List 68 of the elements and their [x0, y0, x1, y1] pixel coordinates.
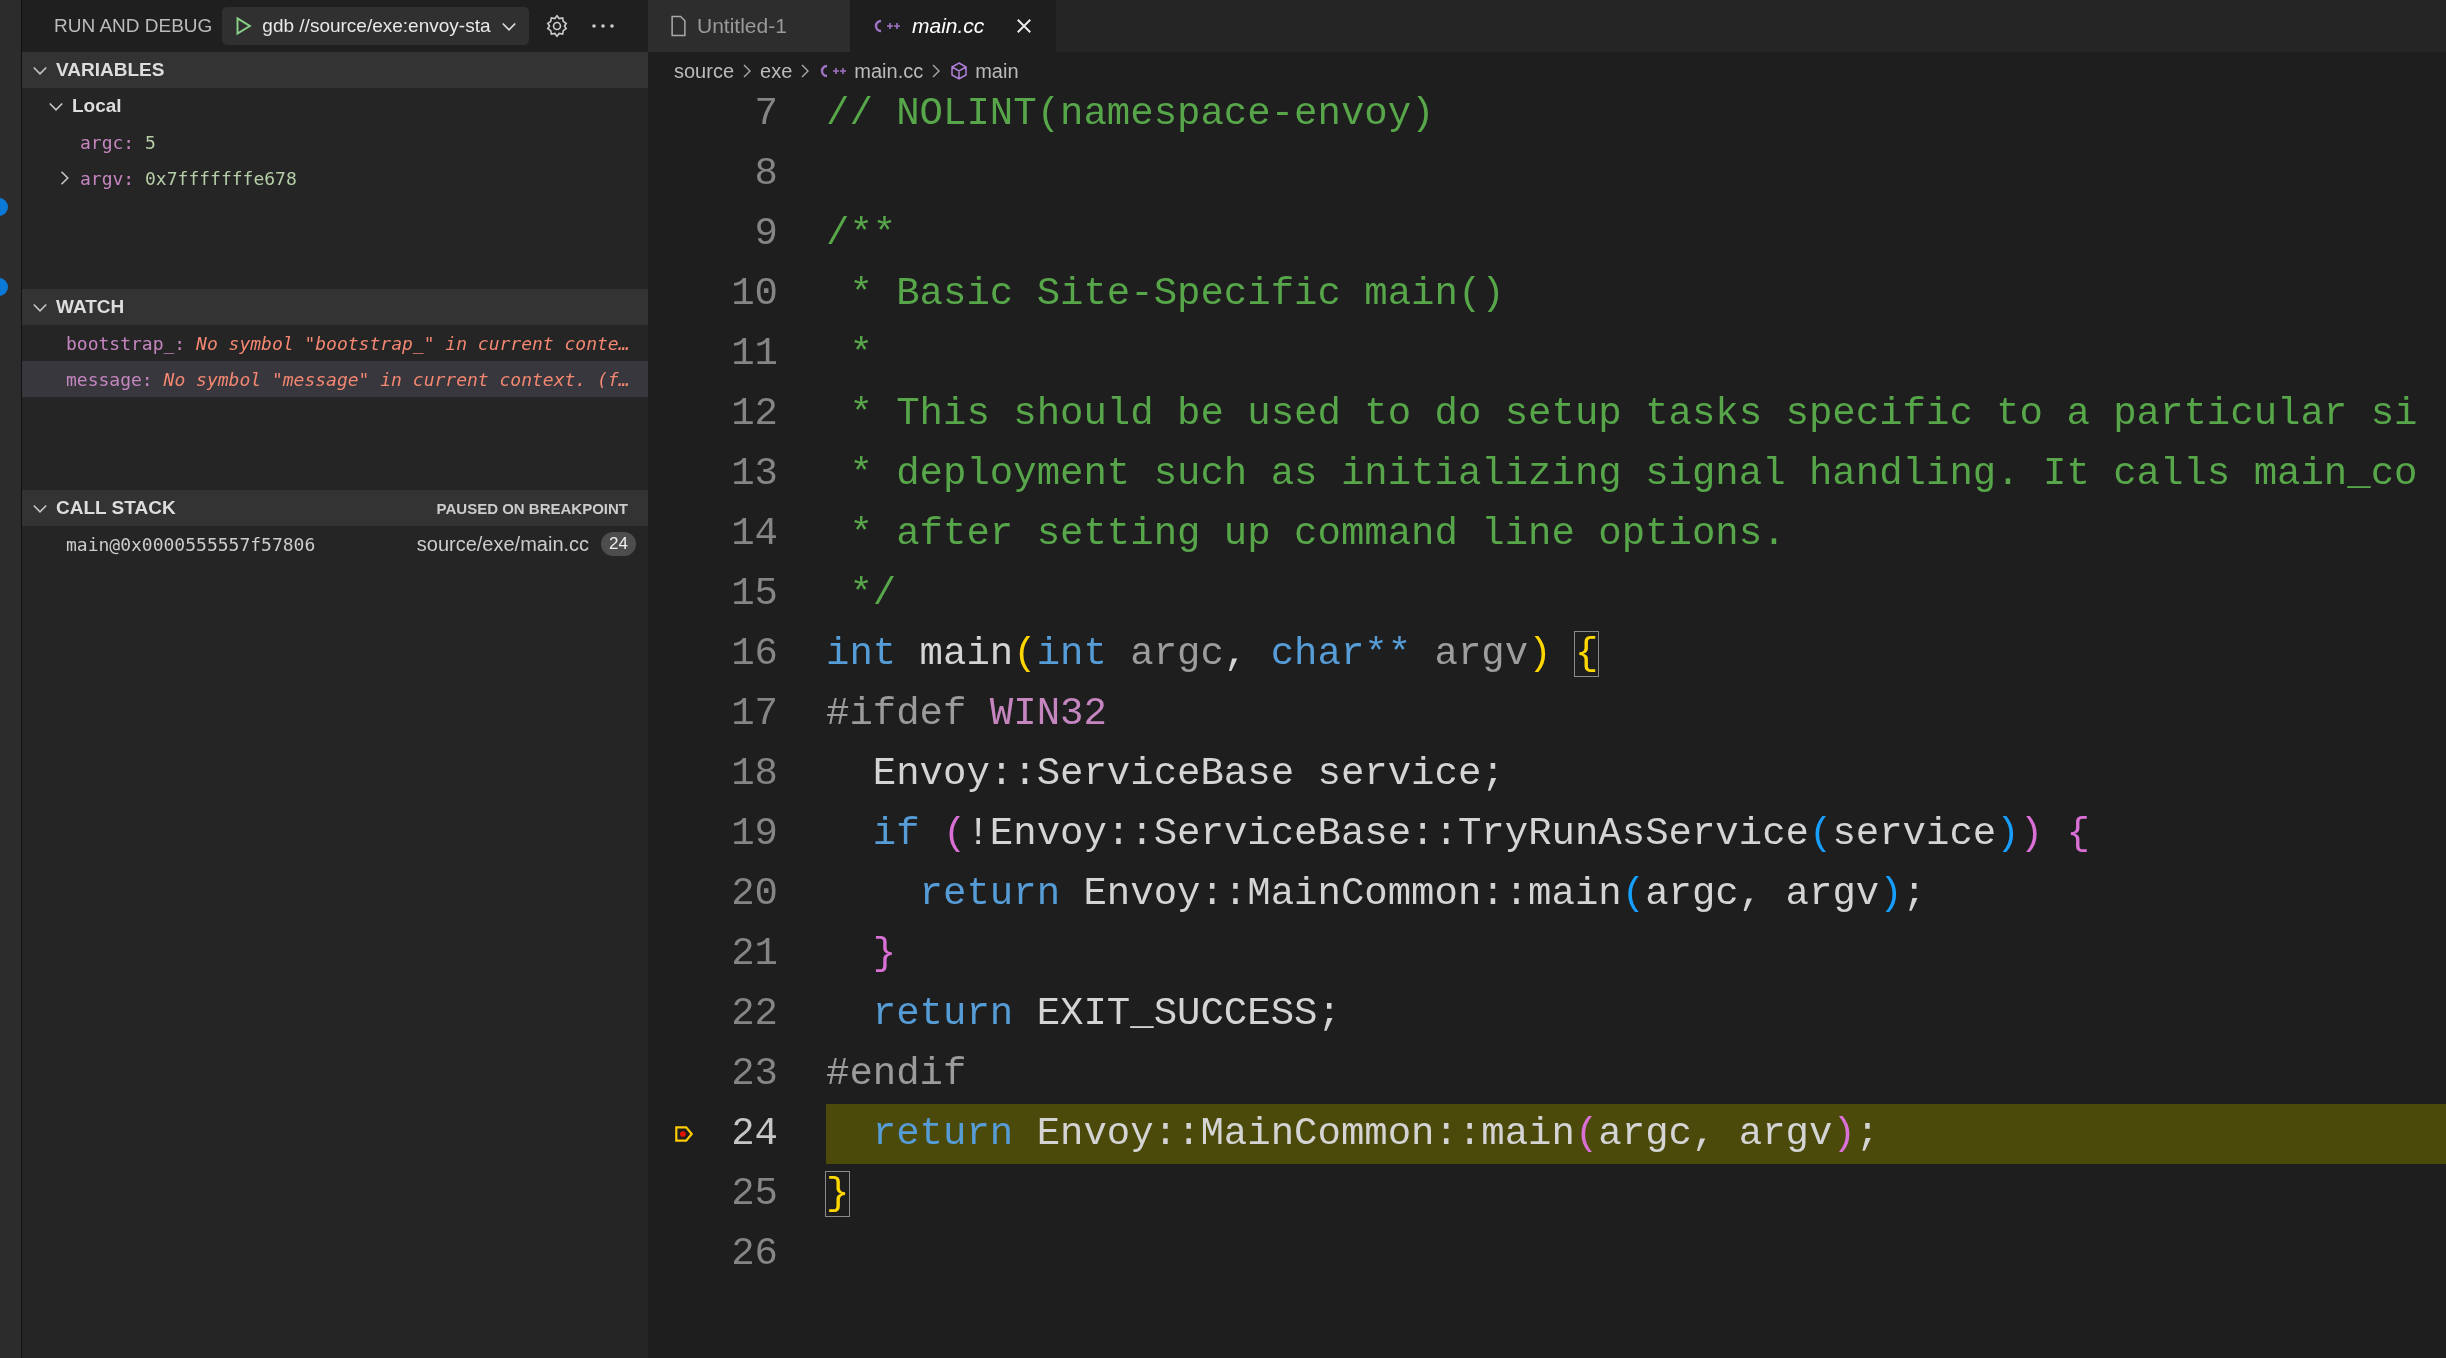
code-line: if (!Envoy::ServiceBase::TryRunAsService(service)) {: [871, 812, 2090, 856]
chevron-right-icon: [800, 63, 811, 79]
launch-config-dropdown[interactable]: gdb //source/exe:envoy-sta: [222, 7, 529, 45]
more-icon[interactable]: [590, 22, 615, 30]
cpp-file-icon: [818, 63, 849, 79]
line-number: 20: [730, 872, 778, 916]
chevron-right-icon: [742, 63, 753, 79]
line-badge: 24: [601, 532, 636, 556]
line-number: 8: [753, 152, 778, 196]
code-line: #endif: [826, 1052, 967, 1096]
file-icon: [670, 15, 687, 37]
editor-tab[interactable]: main.cc: [850, 0, 1056, 52]
code-line: return Envoy::MainCommon::main(argc, argv);: [871, 1112, 1880, 1156]
code-line: */: [848, 572, 897, 616]
line-number: 23: [730, 1052, 778, 1096]
line-number: 21: [730, 932, 778, 976]
code-line: /**: [826, 212, 897, 256]
cpp-file-icon: [872, 18, 902, 34]
section-header[interactable]: WATCH: [22, 289, 648, 325]
debug-status: PAUSED ON BREAKPOINT: [436, 499, 629, 517]
line-number: 13: [730, 452, 778, 496]
line-number: 16: [730, 632, 778, 676]
editor-tab[interactable]: Untitled-1: [648, 0, 850, 52]
code-line: * deployment such as initializing signal handling. It calls main_co: [848, 452, 2418, 496]
code-line: * This should be used to do setup tasks specific to a particular si: [848, 392, 2418, 436]
chevron-right-icon: [931, 63, 942, 79]
breadcrumb[interactable]: exe: [760, 59, 793, 83]
breadcrumb[interactable]: main: [975, 59, 1019, 83]
code-line: }: [871, 932, 897, 976]
code-line: int main(int argc, char** argv) {: [826, 632, 1599, 676]
code-line: // NOLINT(namespace-envoy): [826, 92, 1435, 136]
stack-frame[interactable]: main@0x0000555557f57806: [66, 533, 316, 555]
section-header[interactable]: VARIABLES: [22, 52, 648, 88]
line-number: 24: [730, 1112, 778, 1156]
code-line: #ifdef WIN32: [826, 692, 1107, 736]
line-number: 26: [730, 1232, 778, 1276]
line-number: 18: [730, 752, 778, 796]
line-number: 12: [730, 392, 778, 436]
line-number: 11: [730, 332, 778, 376]
line-number: 22: [730, 992, 778, 1036]
scope-row[interactable]: Local: [22, 88, 648, 124]
line-number: 9: [753, 212, 778, 256]
variable-row[interactable]: argv: 0x7fffffffe678: [22, 160, 648, 196]
code-line: return Envoy::MainCommon::main(argc, argv);: [918, 872, 1926, 916]
line-number: 25: [730, 1172, 778, 1216]
line-number: 14: [730, 512, 778, 556]
code-line: }: [826, 1172, 850, 1216]
watch-row[interactable]: bootstrap_: No symbol "bootstrap_" in current conte…: [22, 325, 648, 361]
line-number: 15: [730, 572, 778, 616]
breadcrumb[interactable]: source: [674, 59, 735, 83]
frame-file: source/exe/main.cc: [416, 532, 590, 556]
close-icon[interactable]: [1014, 16, 1034, 36]
code-line: return EXIT_SUCCESS;: [871, 992, 1341, 1036]
variable-row[interactable]: argc: 5: [22, 124, 648, 160]
breadcrumb[interactable]: main.cc: [854, 59, 924, 83]
line-number: 7: [753, 92, 778, 136]
code-line: * Basic Site-Specific main(): [848, 272, 1505, 316]
breakpoint-arrow-icon[interactable]: [673, 1123, 695, 1145]
line-number: 10: [730, 272, 778, 316]
section-header[interactable]: CALL STACK PAUSED ON BREAKPOINT: [22, 490, 648, 526]
code-line: * after setting up command line options.: [848, 512, 1786, 556]
watch-row[interactable]: message: No symbol "message" in current context. (f…: [22, 361, 648, 397]
line-number: 19: [730, 812, 778, 856]
line-number: 17: [730, 692, 778, 736]
code-line: *: [848, 332, 873, 376]
code-line: Envoy::ServiceBase service;: [871, 752, 1505, 796]
panel-title: RUN AND DEBUG: [54, 15, 213, 37]
cube-icon: [949, 61, 970, 81]
